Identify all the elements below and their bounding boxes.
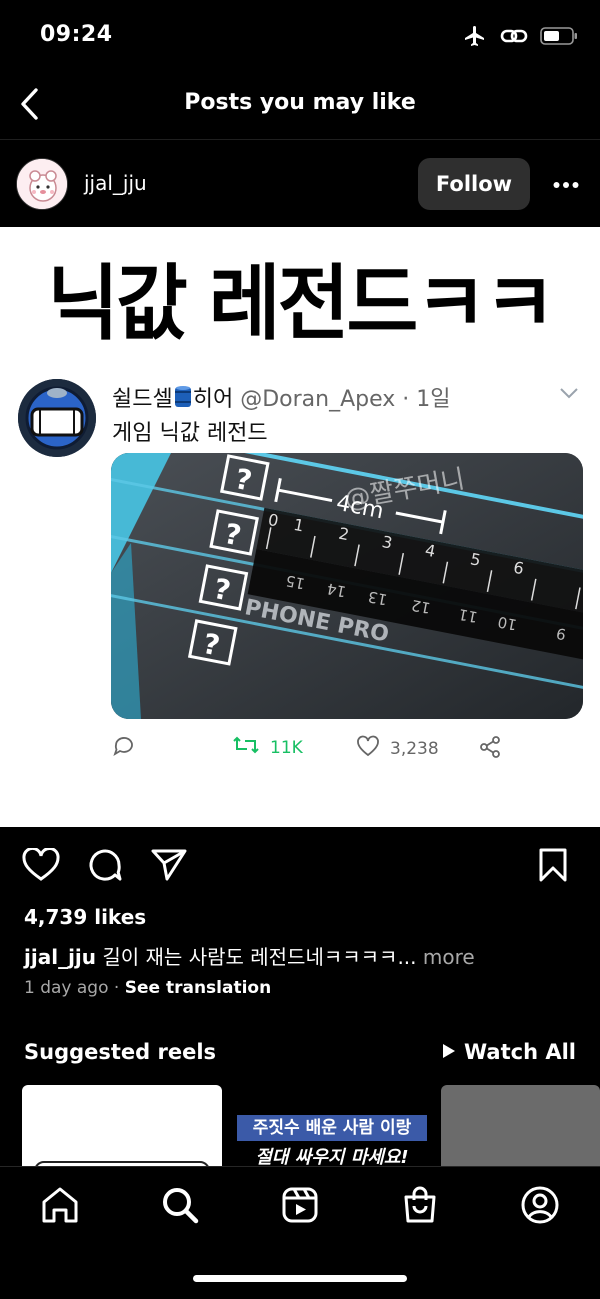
svg-text:12: 12: [410, 596, 432, 617]
shop-icon: [401, 1186, 439, 1228]
tweet-like-count: 3,238: [390, 738, 439, 759]
post-meta: 1 day ago · See translation: [24, 978, 271, 998]
svg-text:13: 13: [367, 587, 389, 608]
chevron-down-icon: [558, 385, 580, 404]
comment-icon: [87, 847, 123, 887]
share-button[interactable]: [148, 846, 190, 888]
meme-title: 닉값 레전드ㅋㅋ: [47, 257, 555, 352]
reel-thumbnail[interactable]: [441, 1085, 600, 1175]
airplane-icon: [462, 24, 488, 52]
post-image[interactable]: 닉값 레전드ㅋㅋ 쉴드셀 히어 @Doran_Apex · 1일 게임 닉값 레…: [0, 227, 600, 827]
post-header: jjal_jju Follow: [0, 141, 600, 227]
status-icons: [462, 24, 578, 52]
retweet-icon: [232, 735, 260, 760]
tweet-like: 3,238: [356, 735, 439, 762]
reel-thumbnail[interactable]: 주짓수 배운 사람 이랑 절대 싸우지 마세요!: [231, 1085, 431, 1175]
nav-bar: Posts you may like: [0, 72, 600, 140]
status-bar: 09:24: [0, 0, 600, 72]
post-caption[interactable]: jjal_jju 길이 재는 사람도 레전드네ㅋㅋㅋㅋ... more: [24, 941, 475, 970]
tweet-avatar: [18, 379, 96, 457]
tweet-name: 쉴드셀: [112, 387, 173, 412]
svg-text:15: 15: [284, 571, 306, 592]
watch-all-label: Watch All: [464, 1040, 576, 1064]
post-action-row: [0, 840, 600, 896]
svg-text:11: 11: [457, 605, 479, 626]
tab-reels[interactable]: [278, 1185, 322, 1229]
tweet-photo: ? ? ? ? 4cm 0123456 9101112131415: [111, 453, 583, 719]
tweet-retweet: 11K: [232, 735, 303, 760]
heart-outline-icon: [356, 735, 380, 762]
follow-button[interactable]: Follow: [418, 158, 530, 210]
search-icon: [161, 1186, 199, 1228]
heart-icon: [22, 847, 60, 886]
home-indicator[interactable]: [193, 1275, 407, 1282]
tweet-name-row: 쉴드셀 히어 @Doran_Apex · 1일: [112, 381, 451, 415]
reels-icon: [281, 1186, 319, 1228]
more-horizontal-icon: [553, 174, 579, 193]
post-username[interactable]: jjal_jju: [84, 171, 147, 195]
see-translation-link[interactable]: See translation: [125, 978, 271, 998]
tab-profile[interactable]: [518, 1185, 562, 1229]
battery-icon: [540, 26, 578, 50]
caption-more-link[interactable]: more: [417, 945, 475, 969]
reel-caption-line1: 주짓수 배운 사람 이랑: [237, 1115, 427, 1141]
suggested-reels-header: Suggested reels Watch All: [24, 1040, 576, 1070]
play-icon: [442, 1040, 456, 1064]
suggested-reels-title: Suggested reels: [24, 1040, 217, 1064]
share-icon: [478, 735, 502, 764]
tweet-name-suffix: 히어: [192, 387, 234, 412]
likes-count[interactable]: 4,739 likes: [24, 905, 146, 929]
profile-icon: [520, 1185, 560, 1229]
caption-text: 길이 재는 사람도 레전드네ㅋㅋㅋㅋ...: [96, 945, 417, 969]
svg-text:14: 14: [325, 579, 347, 600]
svg-text:10: 10: [496, 613, 518, 634]
watch-all-button[interactable]: Watch All: [442, 1040, 576, 1064]
status-time: 09:24: [40, 22, 113, 47]
more-options-button[interactable]: [546, 163, 586, 203]
save-button[interactable]: [532, 846, 574, 888]
tweet-text: 게임 닉값 레전드: [112, 421, 268, 446]
post-time: 1 day ago: [24, 978, 109, 998]
reel-thumbnail[interactable]: [22, 1085, 222, 1175]
send-icon: [150, 848, 188, 886]
tweet-actions: 11K 3,238: [112, 735, 512, 765]
tab-search[interactable]: [158, 1185, 202, 1229]
home-icon: [40, 1186, 80, 1228]
page-title: Posts you may like: [184, 90, 416, 115]
barrel-icon: [174, 385, 192, 415]
tweet-reply: [112, 735, 136, 762]
caption-username[interactable]: jjal_jju: [24, 945, 96, 969]
tab-shop[interactable]: [398, 1185, 442, 1229]
link-icon: [500, 25, 528, 51]
reply-icon: [112, 735, 136, 762]
bookmark-icon: [538, 847, 568, 887]
avatar[interactable]: [16, 158, 68, 210]
tweet-share: [478, 735, 502, 764]
meta-separator: ·: [108, 978, 125, 998]
tab-home[interactable]: [38, 1185, 82, 1229]
tweet-handle: @Doran_Apex · 1일: [240, 387, 451, 412]
reel-caption-line2: 절대 싸우지 마세요!: [255, 1147, 409, 1168]
retweet-count: 11K: [270, 737, 303, 758]
comment-button[interactable]: [84, 846, 126, 888]
like-button[interactable]: [20, 846, 62, 888]
